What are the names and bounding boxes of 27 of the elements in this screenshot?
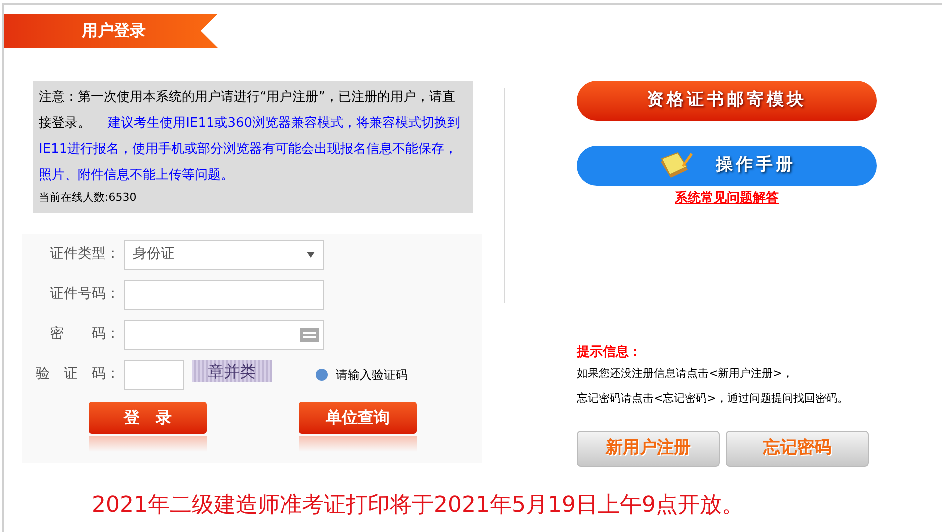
tip-text: 如果您还没注册信息请点击<新用户注册>，	[577, 366, 794, 382]
field-label: 证件号码：	[49, 285, 121, 304]
id-number-field[interactable]	[124, 280, 324, 310]
password-field[interactable]	[124, 320, 324, 350]
online-count: 当前在线人数:6530	[39, 190, 138, 206]
field-label: 验 证 码：	[35, 365, 121, 384]
banner-title: 用户登录	[82, 20, 146, 42]
faq-link[interactable]: 系统常见问题解答	[675, 189, 779, 208]
register-button[interactable]: 新用户注册	[577, 431, 720, 467]
field-label: 密 码：	[49, 325, 121, 344]
captcha-field[interactable]	[124, 360, 184, 390]
manual-button[interactable]: 操作手册	[577, 146, 877, 186]
captcha-image: 章并类	[192, 360, 272, 382]
login-button[interactable]: 登 录	[89, 402, 207, 434]
captcha-hint: 请输入验证码	[336, 366, 408, 384]
tip-text: 忘记密码请点击<忘记密码>，通过问题提问找回密码。	[577, 390, 850, 406]
certificate-mail-button[interactable]: 资格证书邮寄模块	[577, 81, 877, 121]
field-label: 证件类型：	[49, 245, 121, 264]
keyboard-icon[interactable]	[300, 328, 319, 342]
dropdown-arrow-icon	[307, 252, 315, 258]
notice-text: 注意：第一次使用本系统的用户请进行“用户注册”，已注册的用户，请直接登录。 建议考生使用IE11或360浏览器兼容模式，将兼容模式切换到IE11进行报名，使用手机或部分浏览器有可能会出现报名信息不能保存，照片、附件信息不能上传等问题。	[39, 89, 462, 185]
announcement-text: 2021年二级建造师准考证打印将于2021年5月19日上午9点开放。	[91, 492, 745, 520]
forgot-password-button[interactable]: 忘记密码	[726, 431, 869, 467]
unit-query-button[interactable]: 单位查询	[299, 402, 417, 434]
info-icon	[316, 368, 328, 380]
tips-title: 提示信息：	[577, 344, 643, 362]
id-type-select[interactable]: 身份证	[124, 240, 324, 270]
